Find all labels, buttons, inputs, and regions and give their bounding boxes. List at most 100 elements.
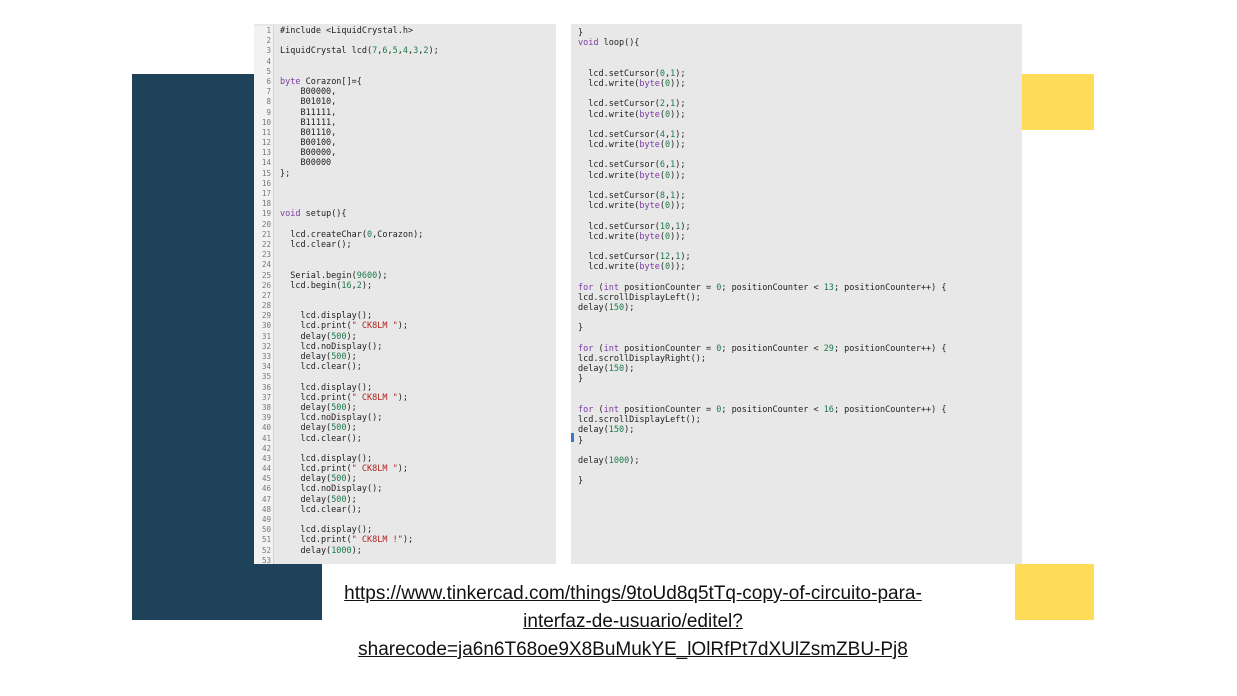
left-code-line: 35 <box>254 372 556 382</box>
line-number: 22 <box>261 239 271 249</box>
right-code-line <box>571 59 1022 69</box>
right-code-line: } <box>571 374 1022 384</box>
right-code-line <box>571 466 1022 476</box>
left-code-line: 27 <box>254 291 556 301</box>
line-number: 41 <box>261 433 271 443</box>
code-text: Serial.begin(9600); <box>280 270 388 281</box>
line-number: 4 <box>266 56 271 66</box>
code-text: lcd.scrollDisplayLeft(); <box>578 292 701 303</box>
left-code-line: 6 byte Corazon[]={ <box>254 77 556 87</box>
left-code-line: 10 B11111, <box>254 118 556 128</box>
code-text: lcd.setCursor(12,1); <box>578 252 691 263</box>
code-text: lcd.setCursor(2,1); <box>578 99 686 110</box>
right-code-line: lcd.write(byte(0)); <box>571 201 1022 211</box>
code-text: lcd.write(byte(0)); <box>578 201 686 212</box>
right-code-line: lcd.write(byte(0)); <box>571 79 1022 89</box>
left-code-line: 44 lcd.print(" CK8LM "); <box>254 464 556 474</box>
left-code-line: 39 lcd.noDisplay(); <box>254 413 556 423</box>
line-number: 35 <box>261 372 271 382</box>
line-number: 26 <box>261 280 271 290</box>
right-code-line: lcd.setCursor(10,1); <box>571 222 1022 232</box>
left-code-line: 26 lcd.begin(16,2); <box>254 281 556 291</box>
code-text: lcd.createChar(0,Corazon); <box>280 229 424 240</box>
code-text: #include <LiquidCrystal.h> <box>280 26 414 36</box>
code-text: } <box>578 435 584 446</box>
code-text: for (int positionCounter = 0; positionCo… <box>578 282 947 293</box>
code-text: B00000, <box>280 148 337 159</box>
left-code-line: 21 lcd.createChar(0,Corazon); <box>254 230 556 240</box>
code-text: lcd.clear(); <box>280 433 362 444</box>
code-panel-right: } void loop(){ lcd.setCursor(0,1); lcd.wr… <box>571 24 1022 564</box>
left-code-line: 23 <box>254 250 556 260</box>
code-text: lcd.write(byte(0)); <box>578 262 686 273</box>
code-text: lcd.print(" CK8LM "); <box>280 464 408 475</box>
code-text: delay(500); <box>280 423 357 434</box>
code-text: lcd.begin(16,2); <box>280 280 373 291</box>
tinkercad-share-link[interactable]: https://www.tinkercad.com/things/9toUd8q… <box>322 580 944 664</box>
code-text: delay(500); <box>280 494 357 505</box>
line-number: 38 <box>261 402 271 412</box>
code-panel-left: 1 #include <LiquidCrystal.h> 2 3 LiquidCryst… <box>254 24 556 564</box>
left-code-line: 30 lcd.print(" CK8LM "); <box>254 321 556 331</box>
code-text: delay(150); <box>578 425 635 436</box>
left-code-line: 24 <box>254 260 556 270</box>
code-text: } <box>578 374 584 385</box>
right-code-line <box>571 395 1022 405</box>
left-code-line: 29 lcd.display(); <box>254 311 556 321</box>
right-code-line <box>571 150 1022 160</box>
right-code-line: lcd.setCursor(2,1); <box>571 99 1022 109</box>
code-text: delay(500); <box>280 352 357 362</box>
code-text: }; <box>280 168 291 179</box>
right-code-line: lcd.setCursor(4,1); <box>571 130 1022 140</box>
code-text: } <box>578 476 584 487</box>
line-number: 23 <box>261 250 271 260</box>
code-text: lcd.write(byte(0)); <box>578 140 686 151</box>
right-code-line: for (int positionCounter = 0; positionCo… <box>571 405 1022 415</box>
right-code-line <box>571 385 1022 395</box>
code-text: B11111, <box>280 107 337 118</box>
right-code-line: lcd.scrollDisplayLeft(); <box>571 415 1022 425</box>
left-code-line: 8 B01010, <box>254 97 556 107</box>
code-text: delay(500); <box>280 402 357 413</box>
left-code-line: 19 void setup(){ <box>254 209 556 219</box>
code-text: lcd.display(); <box>280 453 373 464</box>
code-lines-left: 1 #include <LiquidCrystal.h> 2 3 LiquidCryst… <box>254 26 556 564</box>
right-code-line: lcd.write(byte(0)); <box>571 262 1022 272</box>
left-code-line: 13 B00000, <box>254 148 556 158</box>
line-number: 12 <box>261 138 271 148</box>
code-lines-right: } void loop(){ lcd.setCursor(0,1); lcd.wr… <box>571 28 1022 486</box>
line-number: 45 <box>261 474 271 484</box>
right-code-line: lcd.setCursor(12,1); <box>571 252 1022 262</box>
code-text: lcd.display(); <box>280 525 373 536</box>
code-text: B01110, <box>280 127 337 138</box>
line-number: 52 <box>261 545 271 555</box>
right-code-line: } <box>571 28 1022 38</box>
code-text: lcd.noDisplay(); <box>280 484 383 495</box>
line-number: 5 <box>266 66 271 76</box>
line-number: 37 <box>261 392 271 402</box>
line-number: 6 <box>266 76 271 86</box>
right-code-line: lcd.write(byte(0)); <box>571 140 1022 150</box>
left-code-line: 32 lcd.noDisplay(); <box>254 342 556 352</box>
code-text: lcd.scrollDisplayLeft(); <box>578 415 701 426</box>
left-code-line: 38 delay(500); <box>254 403 556 413</box>
line-number: 36 <box>261 382 271 392</box>
left-code-line: 7 B00000, <box>254 87 556 97</box>
code-text: lcd.clear(); <box>280 504 362 515</box>
code-text: lcd.print(" CK8LM "); <box>280 321 408 332</box>
code-text: LiquidCrystal lcd(7,6,5,4,3,2); <box>280 46 439 57</box>
left-code-line: 40 delay(500); <box>254 423 556 433</box>
left-code-line: 42 <box>254 444 556 454</box>
line-number: 29 <box>261 311 271 321</box>
line-number: 32 <box>261 341 271 351</box>
